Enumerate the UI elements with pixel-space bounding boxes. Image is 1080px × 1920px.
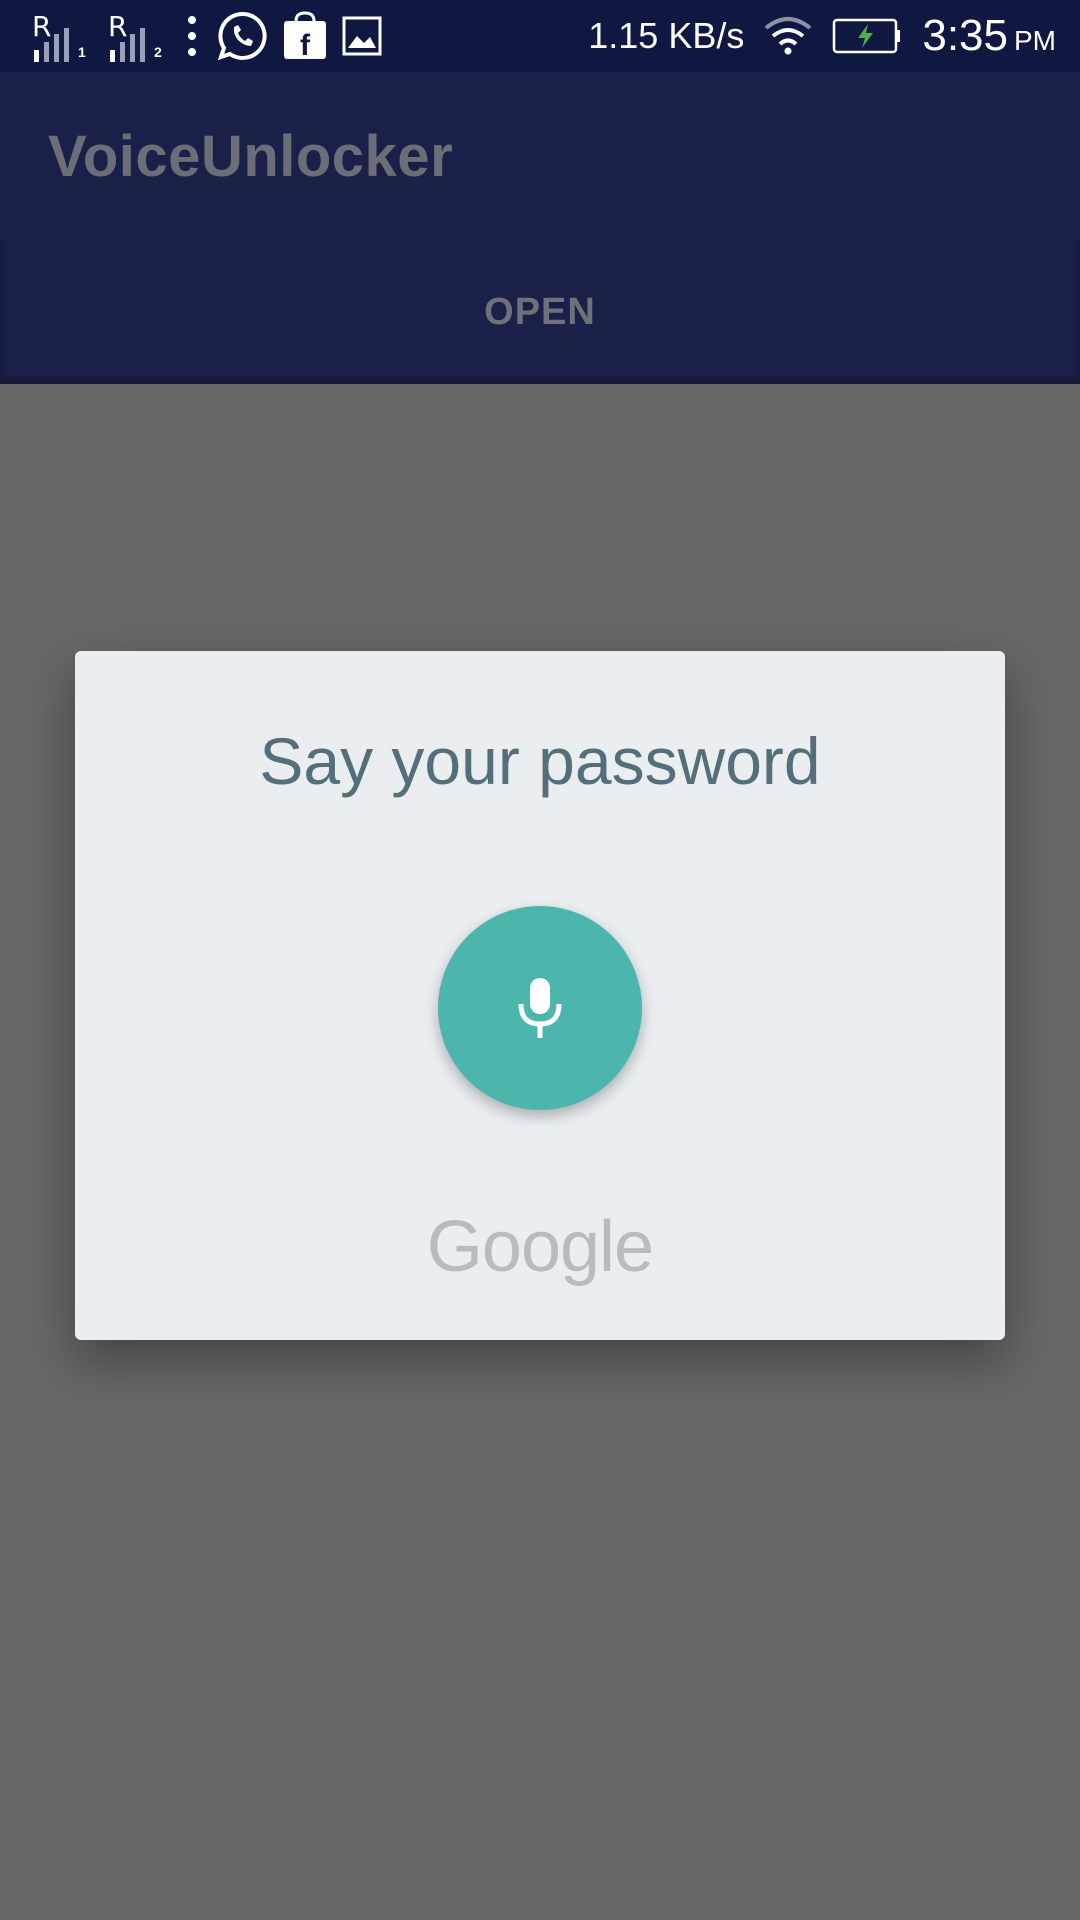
battery-charging-icon xyxy=(832,18,902,54)
signal-sim1-icon: R 1 xyxy=(30,8,92,64)
microphone-icon xyxy=(518,978,562,1038)
whatsapp-icon xyxy=(216,10,268,62)
screen: R 1 R 2 f 1.15 KB/s 3:35 PM VoiceUnlocke… xyxy=(0,0,1080,1920)
svg-text:f: f xyxy=(300,29,311,61)
image-icon xyxy=(342,16,382,56)
app-title: VoiceUnlocker xyxy=(48,123,454,189)
sim2-index: 2 xyxy=(154,44,162,60)
mic-button[interactable] xyxy=(438,906,642,1110)
tab-bar: OPEN xyxy=(0,240,1080,384)
wifi-icon xyxy=(764,16,812,56)
clock-time: 3:35 xyxy=(922,11,1008,60)
clock: 3:35 PM xyxy=(922,11,1056,61)
more-vert-icon xyxy=(182,14,202,58)
sim1-index: 1 xyxy=(78,44,86,60)
status-bar: R 1 R 2 f 1.15 KB/s 3:35 PM xyxy=(0,0,1080,72)
status-left: R 1 R 2 f xyxy=(30,8,382,64)
status-right: 1.15 KB/s 3:35 PM xyxy=(588,11,1056,61)
shopping-bag-icon: f xyxy=(282,11,328,61)
tab-open[interactable]: OPEN xyxy=(484,291,596,334)
clock-ampm: PM xyxy=(1014,25,1056,56)
network-speed: 1.15 KB/s xyxy=(588,15,745,56)
app-bar: VoiceUnlocker xyxy=(0,72,1080,240)
google-logo: Google xyxy=(426,1207,654,1287)
dialog-title: Say your password xyxy=(259,724,821,798)
signal-sim2-icon: R 2 xyxy=(106,8,168,64)
voice-dialog: Say your password Google xyxy=(75,651,1005,1340)
